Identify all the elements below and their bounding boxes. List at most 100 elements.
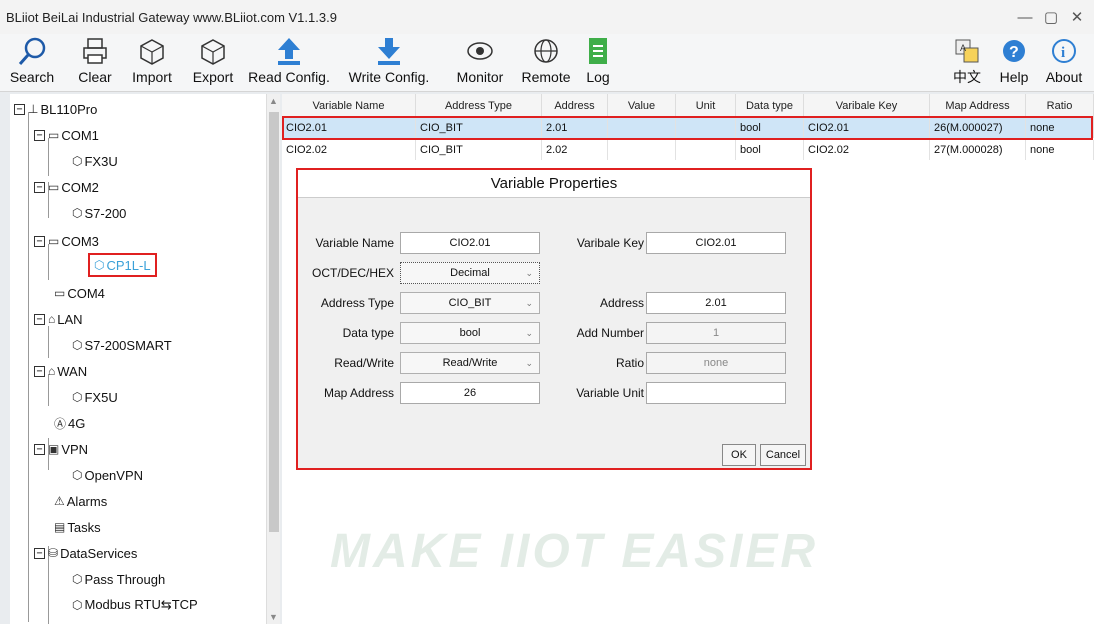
search-button[interactable]: Search — [6, 34, 58, 92]
collapse-toggle[interactable]: − — [14, 103, 25, 115]
collapse-toggle[interactable]: − — [34, 235, 45, 247]
ok-button[interactable]: OK — [722, 444, 756, 466]
column-header[interactable]: Varibale Key — [804, 94, 930, 118]
table-row[interactable]: CIO2.01 CIO_BIT 2.01 bool CIO2.01 26(M.0… — [282, 118, 1094, 138]
scroll-down-icon[interactable]: ▼ — [269, 612, 278, 622]
collapse-toggle[interactable]: − — [34, 547, 45, 559]
tree-item-com3[interactable]: − ▭ COM3 — [34, 230, 99, 252]
tasks-icon: ▤ — [54, 520, 66, 534]
table-row[interactable]: CIO2.02 CIO_BIT 2.02 bool CIO2.02 27(M.0… — [282, 140, 1094, 160]
svg-text:i: i — [1061, 45, 1065, 61]
wan-port-icon: ⌂ — [48, 364, 56, 378]
minimize-button[interactable]: — — [1012, 9, 1038, 26]
monitor-button[interactable]: Monitor — [446, 34, 514, 92]
language-button[interactable]: A 中文 — [948, 34, 986, 92]
collapse-toggle[interactable]: − — [34, 181, 45, 193]
variable-key-field[interactable]: CIO2.01 — [646, 232, 786, 254]
tree-root[interactable]: − ⊥ BL110Pro — [14, 98, 97, 120]
close-button[interactable]: ✕ — [1064, 8, 1090, 26]
device-cube-icon: ⬡ — [72, 598, 83, 612]
column-header[interactable]: Unit — [676, 94, 736, 118]
serial-port-icon: ▭ — [48, 128, 60, 142]
address-label: Address — [599, 296, 644, 310]
write-config-button[interactable]: Write Config. — [340, 34, 438, 92]
collapse-toggle[interactable]: − — [34, 129, 45, 141]
read-config-button[interactable]: Read Config. — [244, 34, 334, 92]
about-button[interactable]: i About — [1038, 34, 1090, 92]
tree-item-alarms[interactable]: ⚠ Alarms — [54, 490, 107, 512]
import-button[interactable]: Import — [125, 34, 179, 92]
column-header[interactable]: Address Type — [416, 94, 542, 118]
column-header[interactable]: Map Address — [930, 94, 1026, 118]
tree-item-com4[interactable]: ▭ COM4 — [54, 282, 105, 304]
download-icon — [369, 34, 409, 68]
variable-unit-field[interactable] — [646, 382, 786, 404]
window-title: BLiiot BeiLai Industrial Gateway www.BLi… — [6, 9, 337, 25]
log-button[interactable]: Log — [578, 34, 618, 92]
tree-item-com2[interactable]: − ▭ COM2 — [34, 176, 99, 198]
tree-item-tasks[interactable]: ▤ Tasks — [54, 516, 101, 538]
search-icon — [12, 34, 52, 68]
column-header[interactable]: Ratio — [1026, 94, 1094, 118]
tree-item-cp1l-l[interactable]: ⬡ CP1L-L — [88, 253, 157, 277]
svg-text:A: A — [960, 43, 966, 53]
collapse-toggle[interactable]: − — [34, 313, 45, 325]
column-header[interactable]: Address — [542, 94, 608, 118]
tree-scrollbar[interactable]: ▲ ▼ — [266, 94, 280, 624]
chevron-down-icon: ⌄ — [525, 358, 533, 368]
tree-item-fx5u[interactable]: ⬡ FX5U — [72, 386, 118, 408]
data-type-label: Data type — [342, 326, 394, 340]
remote-button[interactable]: Remote — [516, 34, 576, 92]
ratio-field: none — [646, 352, 786, 374]
tree-item-vpn[interactable]: − ▣ VPN — [34, 438, 88, 460]
scroll-thumb[interactable] — [269, 112, 279, 532]
tree-item-com1[interactable]: − ▭ COM1 — [34, 124, 99, 146]
help-button[interactable]: ? Help — [994, 34, 1034, 92]
tree-item-4g[interactable]: Ⓐ 4G — [54, 412, 85, 434]
read-write-select[interactable]: Read/Write ⌄ — [400, 352, 540, 374]
column-header[interactable]: Variable Name — [282, 94, 416, 118]
tree-item-fx3u[interactable]: ⬡ FX3U — [72, 150, 118, 172]
clear-button[interactable]: Clear — [72, 34, 118, 92]
tree-item-s7-200smart[interactable]: ⬡ S7-200SMART — [72, 334, 172, 356]
toolbar: Search Clear Import Export Read Config. … — [0, 34, 1094, 92]
tree-item-pass-through[interactable]: ⬡ Pass Through — [72, 568, 165, 590]
database-icon: ⛁ — [48, 546, 59, 560]
device-cube-icon: ⬡ — [72, 390, 83, 404]
watermark: MAKE IIOT EASIER — [330, 525, 819, 578]
export-button[interactable]: Export — [186, 34, 240, 92]
radix-label: OCT/DEC/HEX — [311, 266, 394, 280]
device-cube-icon: ⬡ — [72, 206, 83, 220]
address-type-select[interactable]: CIO_BIT ⌄ — [400, 292, 540, 314]
tree-item-modbus[interactable]: ⬡ Modbus RTU⇆TCP — [72, 594, 198, 616]
collapse-toggle[interactable]: − — [34, 443, 45, 455]
device-cube-icon: ⬡ — [72, 154, 83, 168]
cancel-button[interactable]: Cancel — [760, 444, 806, 466]
serial-port-icon: ▭ — [48, 180, 60, 194]
variable-unit-label: Variable Unit — [576, 386, 644, 400]
ratio-label: Ratio — [615, 356, 644, 370]
radix-select[interactable]: Decimal ⌄ — [400, 262, 540, 284]
device-cube-icon: ⬡ — [72, 468, 83, 482]
info-icon: i — [1044, 34, 1084, 68]
add-number-field: 1 — [646, 322, 786, 344]
collapse-toggle[interactable]: − — [34, 365, 45, 377]
tree-item-dataservices[interactable]: − ⛁ DataServices — [34, 542, 137, 564]
tree-item-lan[interactable]: − ⌂ LAN — [34, 308, 83, 330]
device-tree: − ⊥ BL110Pro − ▭ COM1 ⬡ FX3U − ▭ COM2 ⬡ … — [10, 94, 278, 624]
tree-item-wan[interactable]: − ⌂ WAN — [34, 360, 87, 382]
scroll-up-icon[interactable]: ▲ — [269, 96, 278, 106]
tree-item-s7-200[interactable]: ⬡ S7-200 — [72, 202, 126, 224]
map-address-field[interactable]: 26 — [400, 382, 540, 404]
column-header[interactable]: Value — [608, 94, 676, 118]
tree-item-openvpn[interactable]: ⬡ OpenVPN — [72, 464, 143, 486]
import-cube-icon — [132, 34, 172, 68]
lan-port-icon: ⌂ — [48, 312, 56, 326]
variable-name-field[interactable]: CIO2.01 — [400, 232, 540, 254]
maximize-button[interactable]: ▢ — [1038, 8, 1064, 26]
translate-icon: A — [947, 34, 987, 68]
address-field[interactable]: 2.01 — [646, 292, 786, 314]
column-header[interactable]: Data type — [736, 94, 804, 118]
table-header: Variable Name Address Type Address Value… — [282, 94, 1094, 118]
data-type-select[interactable]: bool ⌄ — [400, 322, 540, 344]
